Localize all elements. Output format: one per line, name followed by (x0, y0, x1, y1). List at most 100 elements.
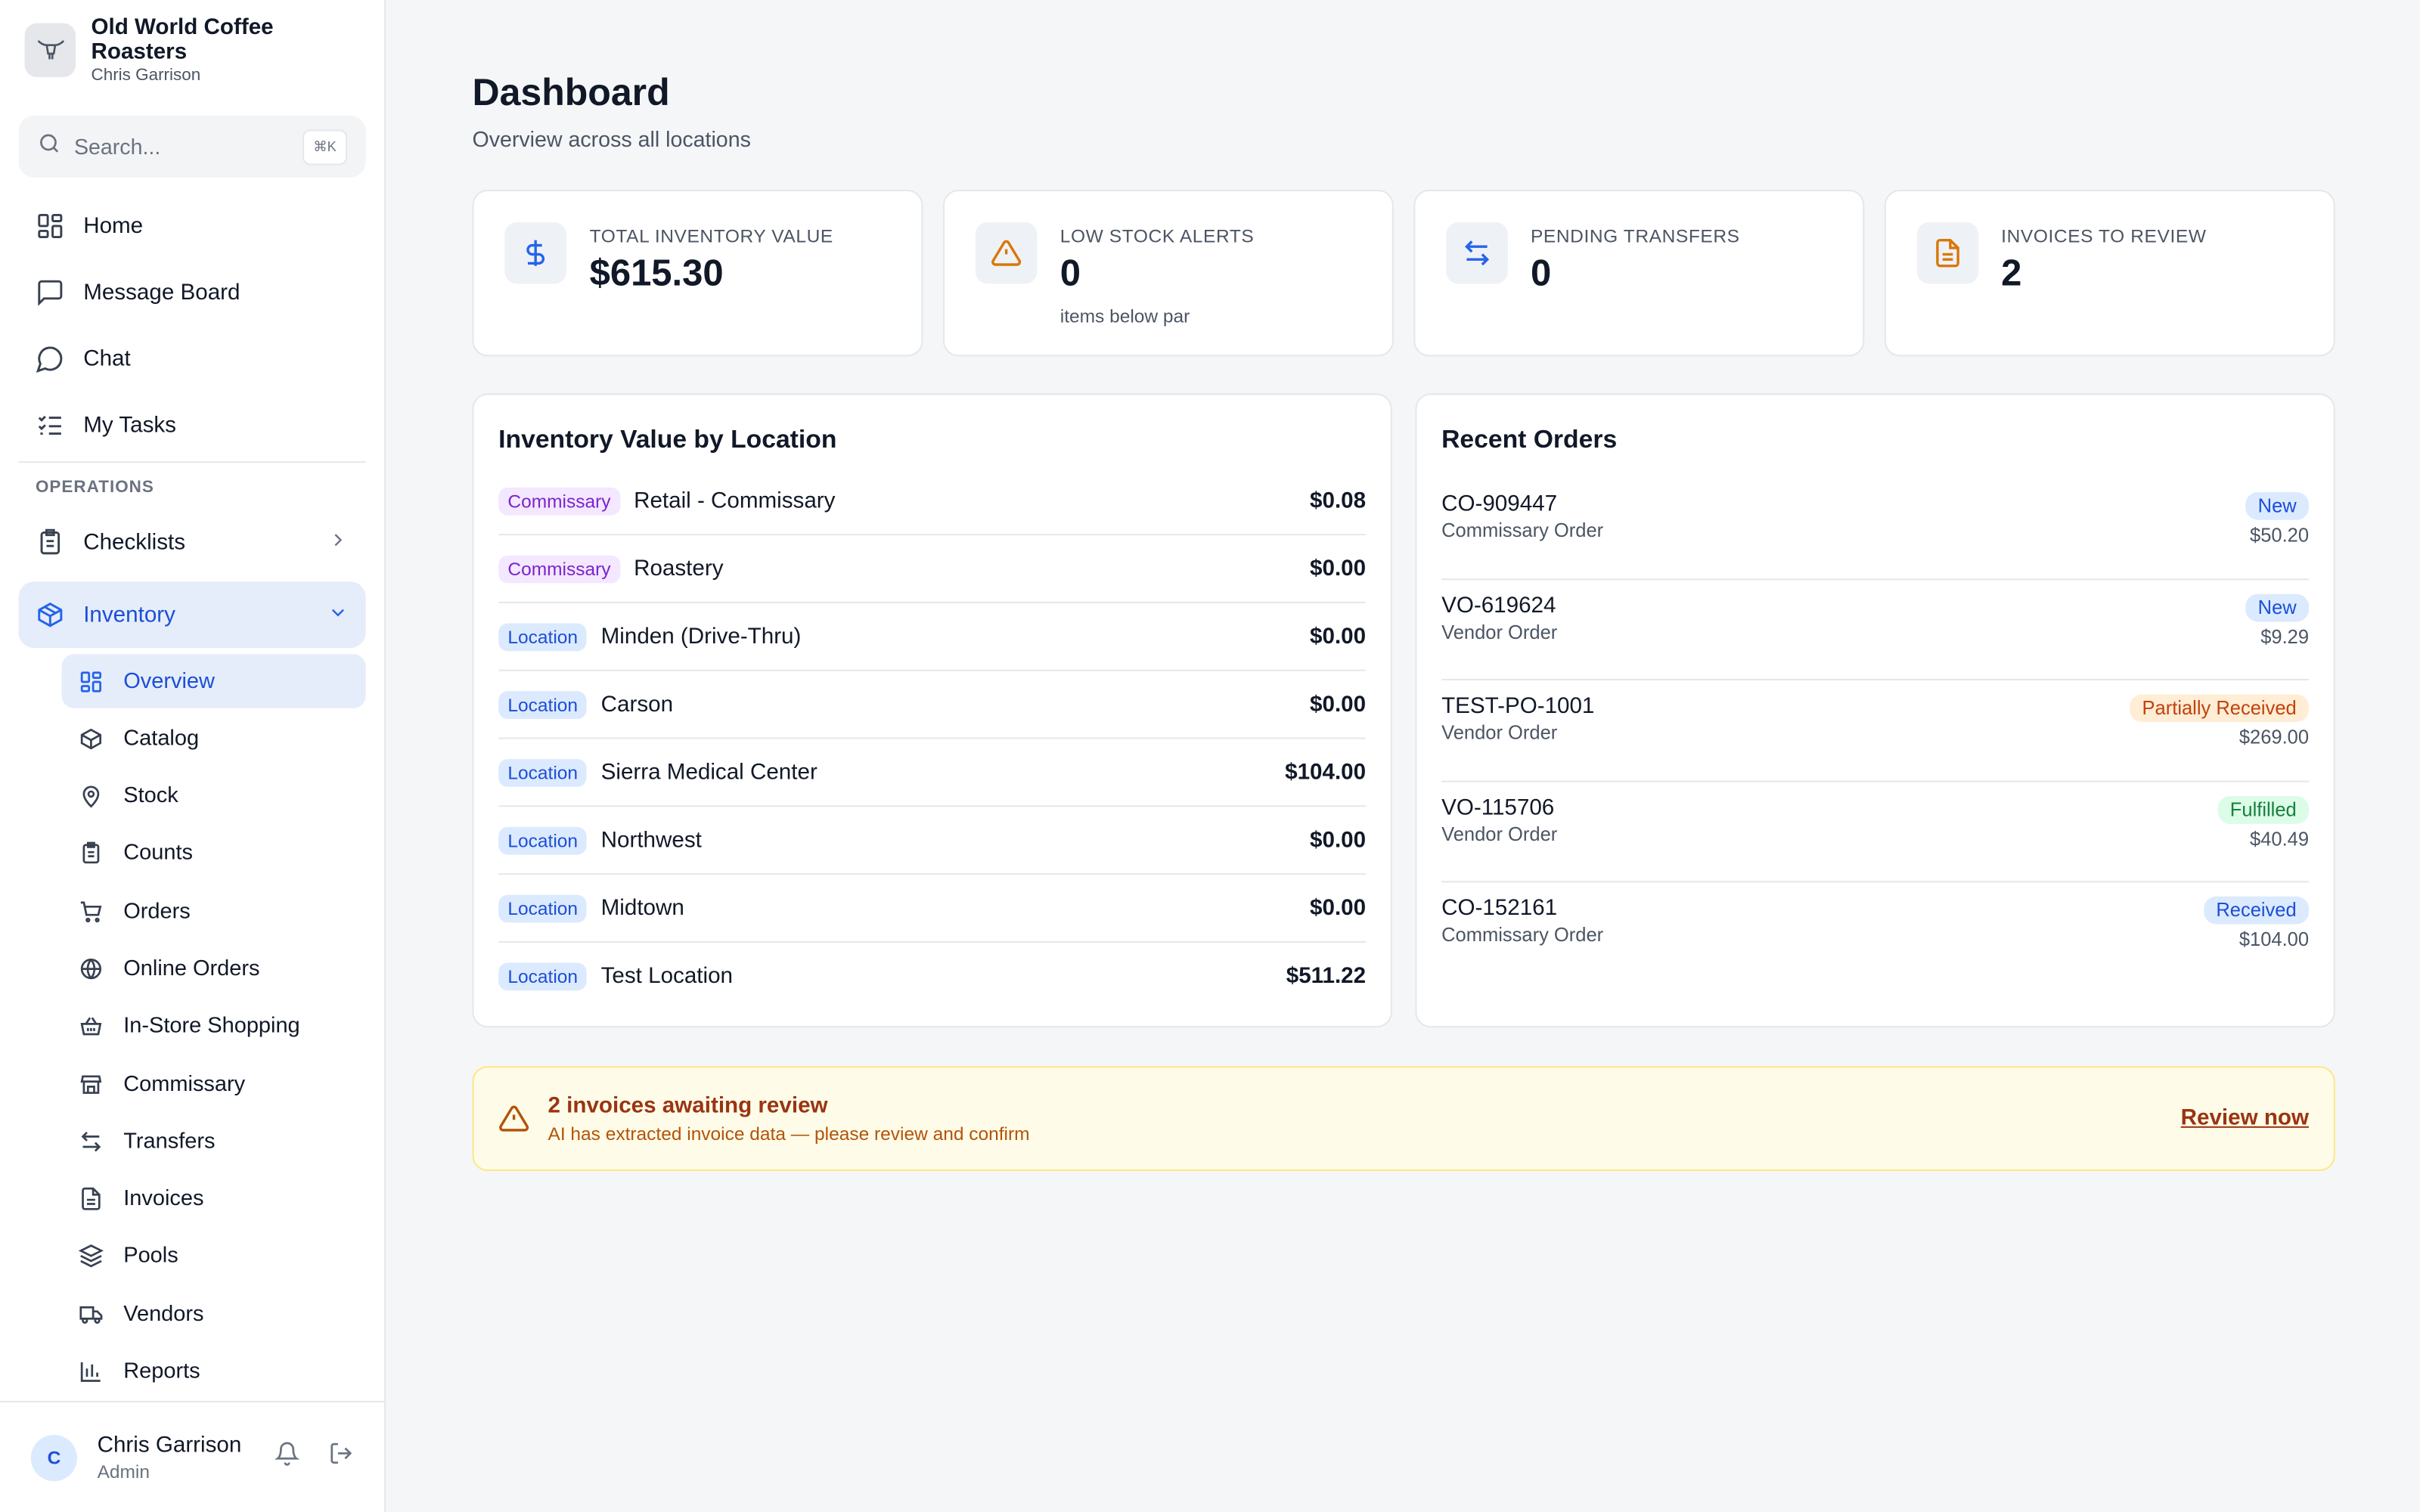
bell-icon[interactable] (274, 1441, 300, 1473)
brand-name: Old World Coffee Roasters (91, 14, 274, 64)
location-name: Midtown (600, 895, 684, 921)
stat-value: 0 (1060, 253, 1081, 295)
stat-label: TOTAL INVENTORY VALUE (589, 225, 833, 247)
order-id: VO-115706 (1441, 795, 1555, 820)
map-pin-icon (79, 784, 104, 809)
list-item[interactable]: Commissary Roastery $0.00 (498, 535, 1367, 603)
list-item[interactable]: Location Northwest $0.00 (498, 807, 1367, 875)
list-item[interactable]: Location Carson $0.00 (498, 671, 1367, 739)
subnav-stock-label: Stock (123, 783, 178, 809)
subnav-counts[interactable]: Counts (62, 827, 366, 881)
list-item[interactable]: Location Sierra Medical Center $104.00 (498, 739, 1367, 807)
orders-list: CO-909447 Commissary Order New $50.20 VO… (1441, 479, 2310, 984)
inventory-subnav: Overview Catalog Stock Counts Orders Onl… (61, 654, 366, 1399)
nav-divider (18, 461, 366, 463)
order-type: Vendor Order (1441, 621, 1558, 643)
order-row[interactable]: TEST-PO-1001 Vendor Order Partially Rece… (1441, 680, 2310, 782)
type-tag: Location (498, 758, 588, 786)
subnav-catalog-label: Catalog (123, 726, 200, 751)
nav-chat-label: Chat (83, 346, 131, 371)
order-row[interactable]: CO-152161 Commissary Order Received $104… (1441, 882, 2310, 984)
location-value: $0.00 (1310, 624, 1367, 649)
truck-icon (79, 1302, 104, 1327)
subnav-transfers[interactable]: Transfers (62, 1114, 366, 1168)
list-item[interactable]: Location Midtown $0.00 (498, 875, 1367, 943)
file-text-icon (1916, 222, 1978, 284)
location-value: $0.00 (1310, 827, 1367, 853)
recent-orders-card: Recent Orders CO-909447 Commissary Order… (1415, 393, 2335, 1028)
chevron-right-icon (327, 528, 349, 556)
list-item[interactable]: Commissary Retail - Commissary $0.08 (498, 467, 1367, 536)
stat-value: 0 (1530, 253, 1552, 295)
nav-chat[interactable]: Chat (18, 326, 365, 392)
review-now-link[interactable]: Review now (2181, 1106, 2309, 1131)
order-type: Vendor Order (1441, 722, 1558, 744)
stat-card-pending-transfers[interactable]: PENDING TRANSFERS 0 (1413, 190, 1865, 357)
subnav-orders[interactable]: Orders (62, 885, 366, 938)
search-input[interactable]: Search... ⌘K (18, 116, 366, 178)
type-tag: Location (498, 894, 588, 922)
list-checks-icon (36, 411, 65, 440)
location-name: Sierra Medical Center (600, 760, 818, 785)
type-tag: Location (498, 962, 588, 991)
brand-header[interactable]: Old World Coffee Roasters Chris Garrison (0, 0, 384, 99)
list-item[interactable]: Location Minden (Drive-Thru) $0.00 (498, 603, 1367, 671)
nav-inventory-label: Inventory (83, 602, 175, 627)
order-row[interactable]: CO-909447 Commissary Order New $50.20 (1441, 479, 2310, 580)
message-square-icon (36, 277, 65, 307)
stat-card-inventory-value[interactable]: TOTAL INVENTORY VALUE $615.30 (472, 190, 924, 357)
store-icon (79, 1071, 104, 1096)
stat-card-invoices-review[interactable]: INVOICES TO REVIEW 2 (1884, 190, 2335, 357)
alert-triangle-icon (498, 1103, 529, 1134)
nav-inventory[interactable]: Inventory (18, 581, 366, 649)
stat-card-low-stock[interactable]: LOW STOCK ALERTS 0 items below par (942, 190, 1395, 357)
nav-message-board[interactable]: Message Board (18, 259, 365, 326)
type-tag: Location (498, 826, 588, 854)
location-name: Retail - Commissary (634, 488, 836, 513)
stat-label: PENDING TRANSFERS (1530, 225, 1740, 247)
order-type: Commissary Order (1441, 519, 1604, 542)
nav-checklists[interactable]: Checklists (18, 509, 365, 575)
nav-home[interactable]: Home (18, 193, 365, 259)
order-type: Commissary Order (1441, 924, 1604, 947)
avatar[interactable]: C (30, 1433, 78, 1481)
subnav-vendors[interactable]: Vendors (62, 1287, 366, 1341)
order-id: CO-909447 (1441, 492, 1558, 517)
subnav-commissary[interactable]: Commissary (62, 1057, 366, 1111)
invoice-review-alert: 2 invoices awaiting review AI has extrac… (472, 1066, 2335, 1171)
order-row[interactable]: VO-115706 Vendor Order Fulfilled $40.49 (1441, 782, 2310, 883)
file-text-icon (79, 1187, 104, 1212)
logout-icon[interactable] (329, 1441, 354, 1473)
status-badge: Received (2204, 896, 2310, 925)
subnav-in-store-shopping-label: In-Store Shopping (123, 1014, 300, 1040)
subnav-reports[interactable]: Reports (62, 1345, 366, 1399)
subnav-online-orders[interactable]: Online Orders (62, 942, 366, 996)
order-row[interactable]: VO-619624 Vendor Order New $9.29 (1441, 579, 2310, 680)
page-subtitle: Overview across all locations (472, 126, 751, 151)
arrow-left-right-icon (79, 1129, 104, 1154)
subnav-in-store-shopping[interactable]: In-Store Shopping (62, 999, 366, 1053)
brand-logo (24, 22, 76, 77)
layout-grid-icon (79, 669, 104, 694)
location-value: $104.00 (1285, 760, 1367, 785)
subnav-pools[interactable]: Pools (62, 1229, 366, 1283)
bar-chart-icon (79, 1359, 104, 1384)
status-badge: New (2245, 492, 2310, 520)
alert-title: 2 invoices awaiting review (548, 1092, 828, 1118)
stat-label: INVOICES TO REVIEW (2001, 225, 2207, 247)
nav-checklists-label: Checklists (83, 530, 186, 555)
subnav-invoices[interactable]: Invoices (62, 1172, 366, 1225)
subnav-invoices-label: Invoices (123, 1186, 204, 1212)
page-title: Dashboard (472, 72, 670, 115)
order-type: Vendor Order (1441, 823, 1558, 845)
subnav-commissary-label: Commissary (123, 1071, 246, 1097)
subnav-catalog[interactable]: Catalog (62, 711, 366, 765)
section-label-operations: OPERATIONS (35, 478, 154, 497)
clipboard-list-icon (36, 528, 65, 557)
subnav-overview[interactable]: Overview (61, 654, 366, 708)
list-item[interactable]: Location Test Location $511.22 (498, 943, 1366, 1011)
type-tag: Commissary (498, 554, 620, 583)
location-value: $0.08 (1310, 488, 1367, 513)
nav-my-tasks[interactable]: My Tasks (18, 392, 365, 458)
subnav-stock[interactable]: Stock (62, 770, 366, 823)
